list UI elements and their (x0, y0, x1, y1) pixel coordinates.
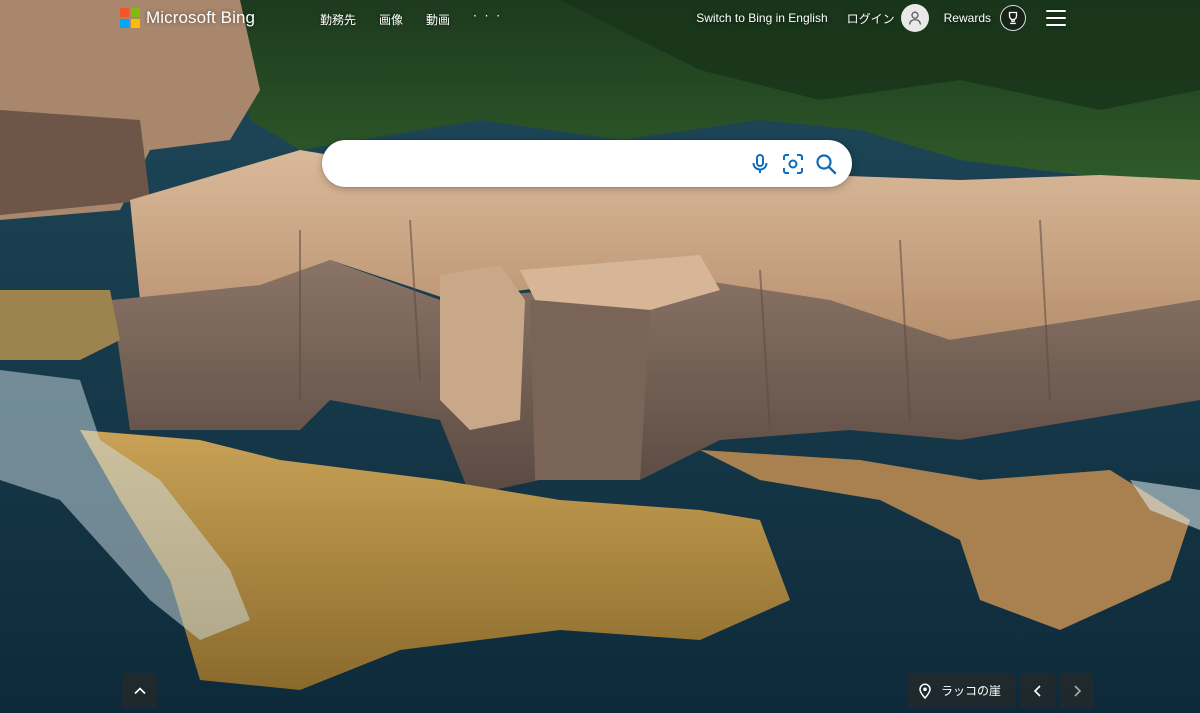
previous-image-button[interactable] (1020, 673, 1055, 708)
top-nav: 勤務先 画像 動画 · · · (320, 9, 525, 28)
nav-images[interactable]: 画像 (379, 11, 403, 28)
search-icon[interactable] (814, 152, 838, 176)
nav-work[interactable]: 勤務先 (320, 11, 356, 28)
hamburger-icon[interactable] (1046, 10, 1066, 26)
switch-language-link[interactable]: Switch to Bing in English (696, 11, 827, 25)
trophy-glyph (1008, 11, 1018, 25)
header-right: Switch to Bing in English ログイン Rewards (696, 3, 1200, 33)
next-image-button[interactable] (1059, 673, 1094, 708)
microphone-icon[interactable] (748, 152, 772, 176)
trophy-icon[interactable] (1000, 5, 1026, 31)
location-label: ラッコの崖 (941, 684, 1002, 698)
nav-videos[interactable]: 動画 (426, 11, 450, 28)
person-glyph (908, 11, 921, 25)
location-pin-icon (919, 683, 931, 699)
logo-square-red (120, 8, 129, 17)
chevron-right-icon (1073, 684, 1081, 697)
visual-search-glyph (783, 154, 803, 174)
image-location-button[interactable]: ラッコの崖 (907, 673, 1016, 708)
chevron-left-icon (1033, 684, 1041, 697)
microsoft-logo-icon (120, 8, 140, 28)
search-input[interactable] (344, 148, 754, 179)
nav-more[interactable]: · · · (473, 9, 502, 28)
logo-square-blue (120, 19, 129, 28)
hamburger-line (1046, 17, 1066, 19)
search-glyph (816, 154, 837, 175)
chevron-up-icon (133, 686, 146, 694)
scroll-up-button[interactable] (122, 673, 157, 708)
background-image (0, 0, 1200, 713)
visual-search-icon[interactable] (781, 152, 805, 176)
logo-square-yellow (131, 19, 140, 28)
microphone-glyph (752, 154, 768, 173)
hamburger-line (1046, 10, 1066, 12)
login-link[interactable]: ログイン (847, 10, 895, 27)
logo-text: Microsoft Bing (146, 8, 256, 27)
bing-logo[interactable]: Microsoft Bing (120, 7, 255, 29)
logo-square-green (131, 8, 140, 17)
rewards-link[interactable]: Rewards (944, 11, 991, 25)
user-avatar-icon[interactable] (900, 4, 929, 32)
hamburger-line (1046, 24, 1066, 26)
top-header: Microsoft Bing 勤務先 画像 動画 · · · Switch to… (0, 0, 1200, 36)
search-box (322, 140, 852, 187)
cliff-scenery (0, 0, 1200, 713)
